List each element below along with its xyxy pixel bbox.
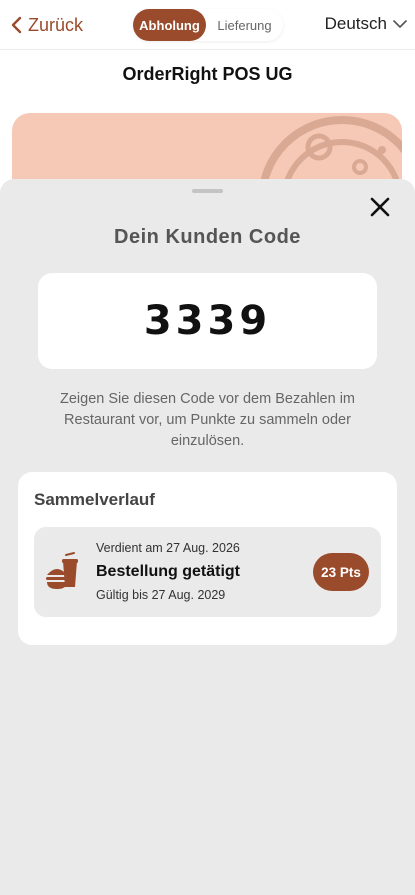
order-mode-toggle: Abholung Lieferung [133,9,283,41]
chevron-left-icon [11,16,22,34]
close-icon[interactable] [368,195,392,219]
store-name: OrderRight POS UG [122,64,293,84]
customer-code-sheet: Dein Kunden Code 3339 Zeigen Sie diesen … [0,179,415,895]
customer-code: 3339 [143,298,272,344]
history-entry: Verdient am 27 Aug. 2026 Bestellung getä… [34,527,381,617]
top-bar: Zurück Abholung Lieferung Deutsch [0,0,415,50]
customer-code-box: 3339 [38,273,377,369]
entry-valid-until: Gültig bis 27 Aug. 2029 [96,588,226,602]
entry-earned-date: Verdient am 27 Aug. 2026 [96,541,240,555]
tab-delivery[interactable]: Lieferung [206,9,283,41]
language-label: Deutsch [324,14,387,33]
chevron-down-icon [393,20,407,28]
collection-history-card: Sammelverlauf Verdient am 27 Aug. 2026 B… [18,472,397,645]
entry-title: Bestellung getätigt [96,563,241,580]
burger-drink-icon [46,552,78,589]
language-selector[interactable]: Deutsch [325,14,407,34]
back-label: Zurück [28,14,84,35]
back-button[interactable]: Zurück [10,12,83,38]
points-badge: 23 Pts [313,553,369,591]
code-hint: Zeigen Sie diesen Code vor dem Bezahlen … [60,391,355,449]
tab-pickup[interactable]: Abholung [133,9,206,41]
history-title: Sammelverlauf [34,490,155,509]
sheet-drag-handle[interactable] [192,189,223,193]
sheet-title: Dein Kunden Code [114,226,301,248]
